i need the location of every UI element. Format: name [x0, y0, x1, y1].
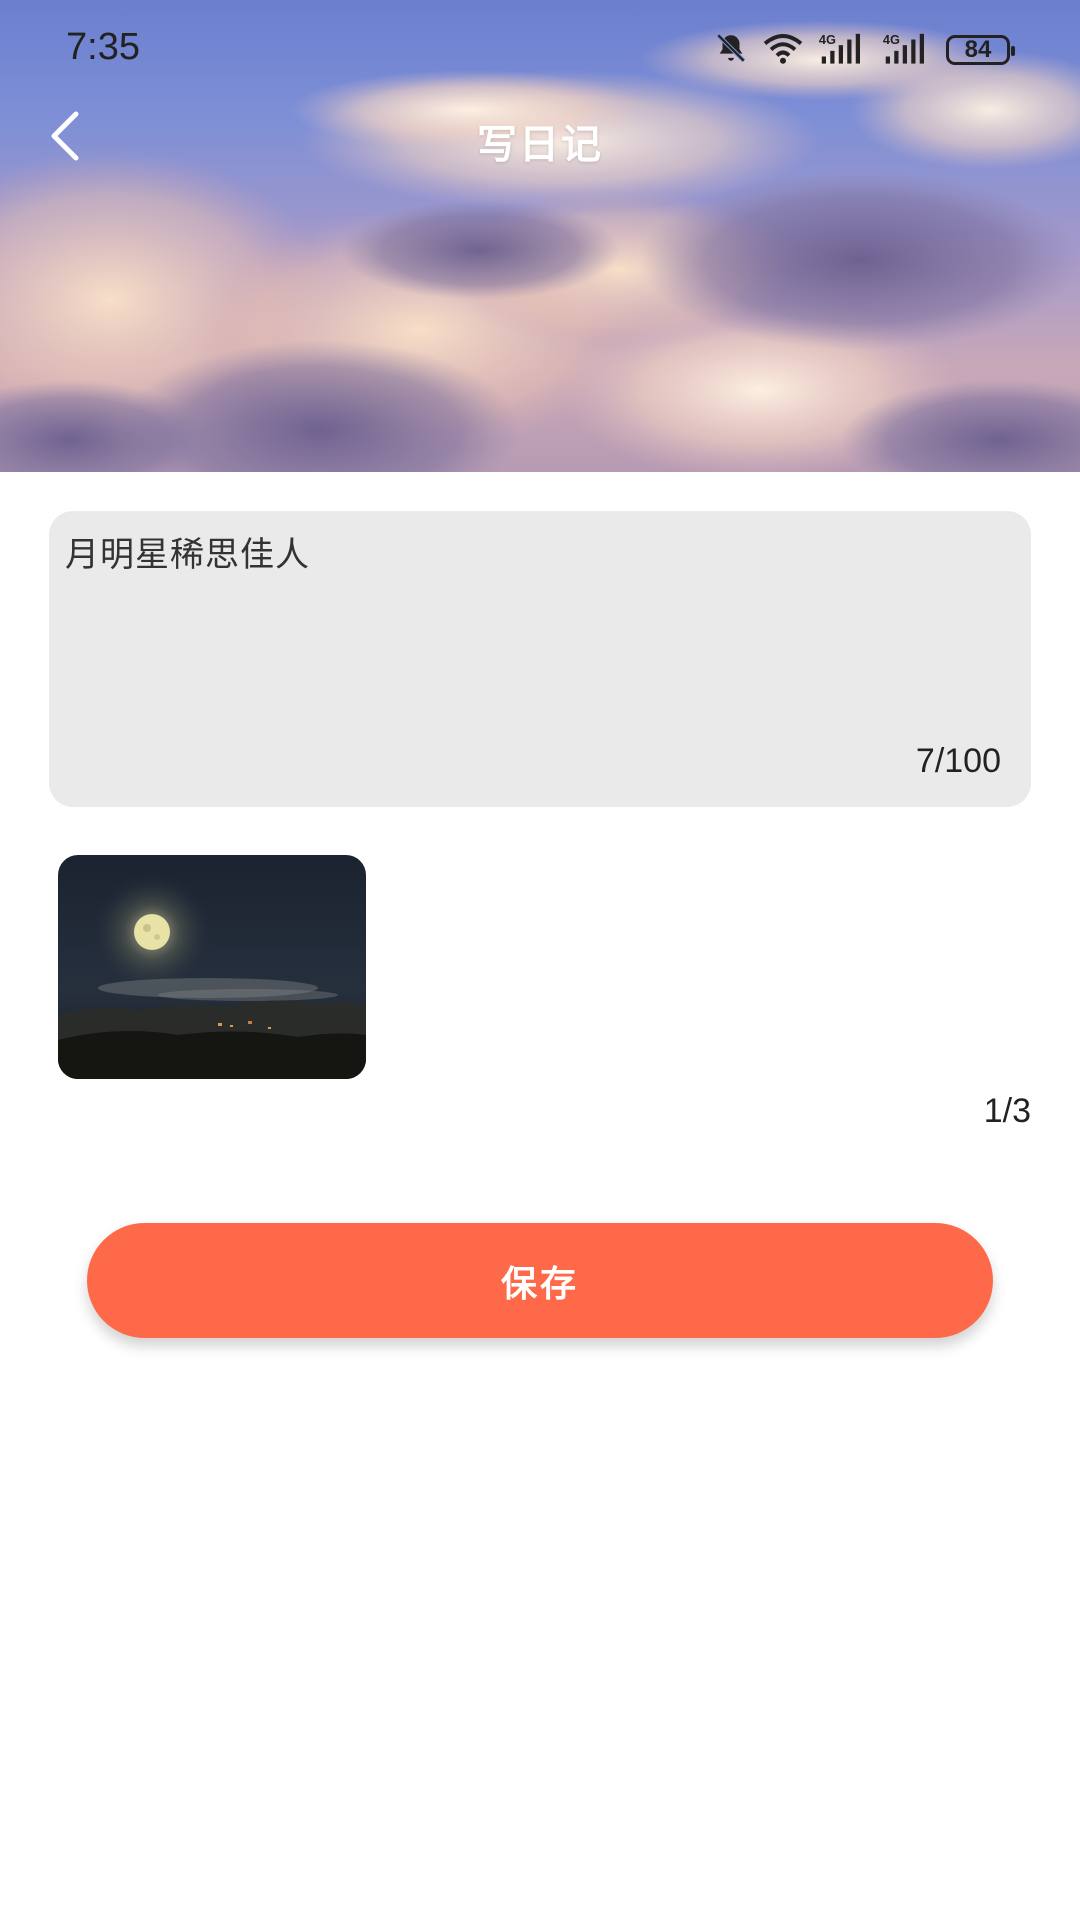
- char-counter: 7/100: [915, 742, 1001, 780]
- header-banner: 7:35 4G 4G 84 写日记: [0, 0, 1080, 472]
- status-time: 7:35: [66, 26, 140, 68]
- diary-text: 月明星稀思佳人: [65, 535, 310, 575]
- wifi-icon: [762, 31, 804, 69]
- signal-4g-icon: 4G: [818, 31, 868, 69]
- svg-text:4G: 4G: [819, 32, 836, 47]
- battery-icon: 84: [946, 35, 1015, 65]
- diary-text-area[interactable]: 月明星稀思佳人 7/100: [49, 511, 1031, 807]
- moon-night-photo: [58, 855, 366, 1079]
- status-icons: 4G 4G 84: [714, 30, 1015, 70]
- svg-text:4G: 4G: [883, 32, 900, 47]
- battery-level: 84: [964, 36, 992, 63]
- mute-icon: [714, 31, 748, 69]
- diary-editor-screen: 7:35 4G 4G 84 写日记 月明星稀思佳人 7/100 1/3 保存: [0, 0, 1080, 1920]
- photo-thumbnail[interactable]: [58, 855, 366, 1079]
- signal-4g-icon: 4G: [882, 31, 932, 69]
- page-title: 写日记: [477, 122, 603, 168]
- status-bar: 7:35 4G 4G 84: [0, 0, 1080, 100]
- photo-counter: 1/3: [983, 1092, 1031, 1130]
- save-button[interactable]: 保存: [87, 1223, 993, 1338]
